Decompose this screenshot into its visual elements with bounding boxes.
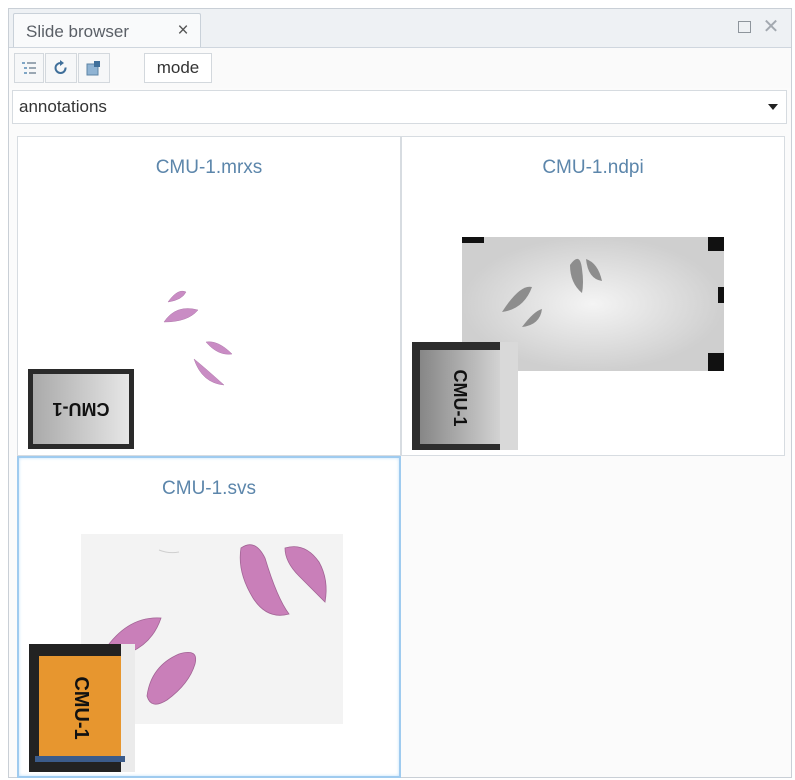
tree-view-button[interactable] <box>14 53 44 83</box>
tree-list-icon <box>22 62 36 74</box>
slide-browser-tab[interactable]: Slide browser × <box>13 13 201 47</box>
slide-label-image: CMU-1 <box>28 369 134 449</box>
mode-button[interactable]: mode <box>144 53 212 83</box>
tab-label: Slide browser <box>26 22 129 41</box>
maximize-icon[interactable] <box>735 17 755 37</box>
toolbar: mode <box>9 48 791 88</box>
label-image-text: CMU-1 <box>450 370 470 427</box>
slide-browser-panel: Slide browser × ✕ mode annotations CMU-1… <box>8 8 792 778</box>
filter-select-value: annotations <box>19 97 107 116</box>
slide-card-ndpi[interactable]: CMU-1.ndpi CMU-1 <box>401 136 785 456</box>
slide-card-mrxs[interactable]: CMU-1.mrxs CMU-1 <box>17 136 401 456</box>
chevron-down-icon <box>768 104 778 110</box>
panel-title-bar: Slide browser × ✕ <box>9 9 791 48</box>
slide-label-image: CMU-1 <box>29 644 135 772</box>
export-button[interactable] <box>78 53 110 83</box>
label-image-text: CMU-1 <box>53 399 110 419</box>
slide-label-image: CMU-1 <box>412 342 518 450</box>
close-panel-icon[interactable]: ✕ <box>761 17 781 37</box>
refresh-icon <box>54 60 67 74</box>
label-image-text: CMU-1 <box>70 676 92 739</box>
export-icon <box>86 61 100 76</box>
tab-close-icon[interactable]: × <box>172 20 194 42</box>
slide-card-svs[interactable]: CMU-1.svs CMU-1 <box>17 456 401 778</box>
refresh-button[interactable] <box>45 53 77 83</box>
filter-select[interactable]: annotations <box>12 90 787 124</box>
